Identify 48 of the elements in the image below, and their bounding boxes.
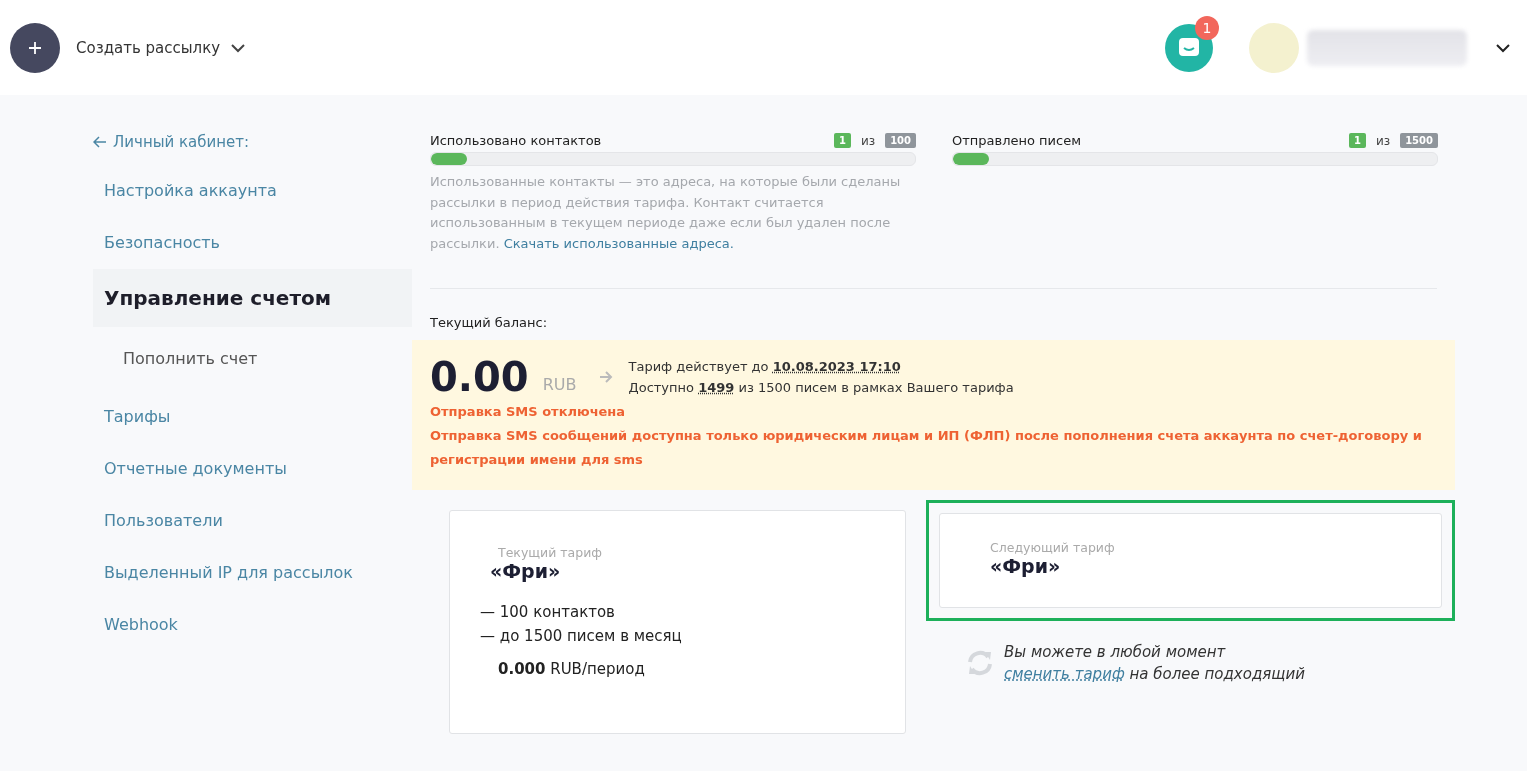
create-campaign-dropdown[interactable]: Создать рассылку — [76, 38, 247, 57]
meter-label: Отправлено писем — [952, 133, 1082, 148]
change-tariff-link[interactable]: сменить тариф — [1004, 665, 1125, 683]
back-arrow-icon — [93, 136, 107, 148]
sidebar-item[interactable]: Безопасность — [93, 217, 412, 269]
tariff-name: «Фри» — [990, 555, 1062, 577]
used-count: 1 — [833, 133, 851, 148]
back-link[interactable]: Личный кабинет: — [93, 133, 250, 151]
tariff-name: «Фри» — [490, 560, 562, 582]
of-label: из — [1375, 133, 1391, 148]
used-count: 1 — [1349, 133, 1366, 148]
sidebar-item[interactable]: Настройка аккаунта — [93, 165, 412, 217]
tariff-validity: Тариф действует до 10.08.2023 17:10 — [628, 358, 902, 376]
sms-status: Отправка SMS отключена — [430, 403, 627, 421]
usage-note: Использованные контакты — это адреса, на которые были сделаны рассылки в период действия тарифа. Контакт считается использованным в текущем периоде даже если был удален после рассылки. Скачать использованные адреса. — [430, 173, 902, 253]
sidebar-item[interactable]: Тарифы — [93, 391, 412, 443]
sidebar-item[interactable]: Выделенный IP для рассылок — [93, 547, 412, 599]
caret-icon — [230, 42, 247, 53]
sidebar-item[interactable]: Пополнить счет — [93, 333, 412, 385]
arrow-icon — [598, 370, 613, 384]
tariff-feature: — до 1500 писем в месяц — [480, 626, 683, 647]
sidebar-item[interactable]: Управление счетом — [93, 269, 412, 327]
card-caption: Следующий тариф — [990, 540, 1116, 555]
tariff-feature: — 100 контактов — [480, 602, 616, 623]
notification-badge: 1 — [1195, 15, 1219, 40]
change-tariff-note: Вы можете в любой момент сменить тариф на более подходящий — [1004, 642, 1305, 685]
chat-button[interactable] — [1165, 23, 1213, 72]
chat-icon — [1178, 36, 1200, 59]
sms-note: Отправка SMS сообщений доступна только юридическим лицам и ИП (ФЛП) после пополнения счета аккаунта по счет-договору и регистрации имени для sms — [430, 427, 1423, 469]
total-count: 1500 — [1400, 133, 1438, 148]
caret-icon[interactable] — [1495, 42, 1511, 53]
meter-label: Использовано контактов — [430, 133, 603, 148]
currency-label: RUB — [542, 374, 577, 394]
avatar — [1249, 22, 1299, 73]
download-link[interactable]: Скачать использованные адреса. — [503, 235, 734, 251]
plus-icon — [28, 40, 42, 55]
balance-amount: 0.00 — [430, 354, 529, 400]
sidebar-item[interactable]: Отчетные документы — [93, 443, 412, 495]
tariff-price: 0.000 RUB/период — [498, 660, 646, 678]
balance-label: Текущий баланс: — [430, 315, 549, 330]
available-emails: Доступно 1499 из 1500 писем в рамках Вашего тарифа — [628, 379, 1014, 397]
create-button[interactable] — [10, 22, 60, 73]
sidebar-item[interactable]: Пользователи — [93, 495, 412, 547]
of-label: из — [860, 133, 876, 148]
card-caption: Текущий тариф — [498, 545, 603, 560]
sidebar-item[interactable]: Webhook — [93, 599, 412, 651]
total-count: 100 — [885, 133, 916, 148]
refresh-icon — [966, 650, 994, 676]
